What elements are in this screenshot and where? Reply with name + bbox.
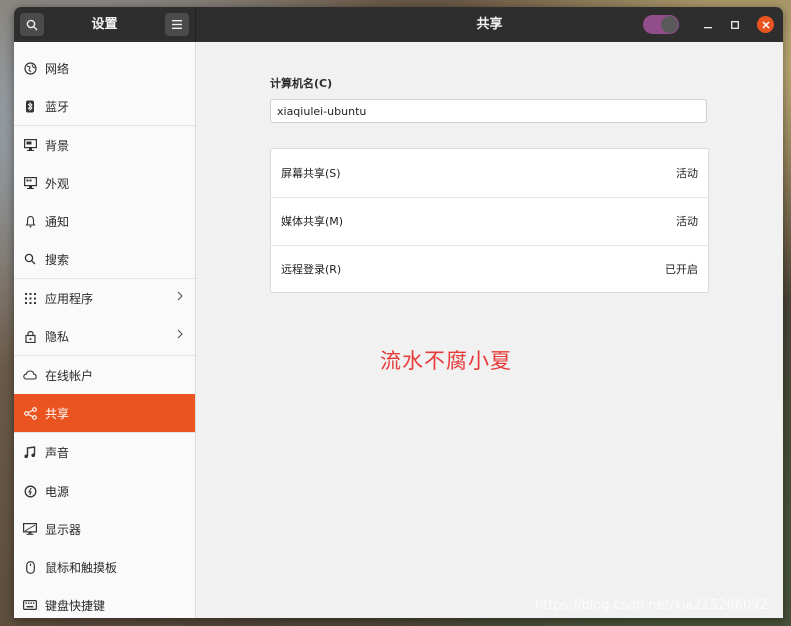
cloud-icon	[23, 368, 37, 382]
sidebar-item-privacy[interactable]: 隐私	[14, 317, 195, 355]
sidebar: 网络 蓝牙 背景 外观 通知 搜索 应用程序 隐私 在线帐户 共享 声音 电源 …	[14, 42, 196, 618]
sidebar-item-sharing[interactable]: 共享	[14, 394, 195, 432]
sidebar-item-label: 键盘快捷键	[45, 598, 106, 613]
sidebar-item-displays[interactable]: 显示器	[14, 510, 195, 548]
sidebar-item-label: 电源	[45, 484, 70, 499]
sidebar-item-search[interactable]: 搜索	[14, 240, 195, 278]
page-title: 共享	[476, 17, 503, 32]
sharing-panel: 计算机名(C) xiaqiulei-ubuntu 屏幕共享(S) 活动 媒体共享…	[196, 42, 783, 618]
sidebar-item-notifications[interactable]: 通知	[14, 202, 195, 240]
sidebar-item-applications[interactable]: 应用程序	[14, 279, 195, 317]
toggle-knob	[661, 16, 678, 33]
monitor-icon	[23, 138, 37, 152]
sidebar-item-background[interactable]: 背景	[14, 126, 195, 164]
chevron-right-icon	[177, 328, 183, 342]
power-icon	[23, 484, 37, 498]
close-button[interactable]	[757, 16, 774, 33]
row-label: 媒体共享(M)	[281, 215, 344, 228]
sidebar-item-label: 背景	[45, 138, 70, 153]
row-label: 远程登录(R)	[281, 263, 342, 276]
sidebar-item-label: 外观	[45, 176, 70, 191]
sidebar-item-online-accounts[interactable]: 在线帐户	[14, 356, 195, 394]
sidebar-item-label: 隐私	[45, 329, 70, 344]
sharing-toggle[interactable]	[643, 15, 679, 34]
sidebar-item-label: 共享	[45, 406, 70, 421]
minimize-button[interactable]	[699, 16, 716, 33]
maximize-icon	[730, 20, 739, 29]
settings-window: 设置 共享 网络 蓝牙 背景 外观 通知 搜索 应用程序 隐私 在线帐户 共享 …	[14, 7, 783, 618]
computer-name-label: 计算机名(C)	[270, 77, 333, 90]
display-icon	[23, 522, 37, 536]
overlay-text: 流水不腐小夏	[380, 349, 512, 373]
titlebar: 设置 共享	[14, 7, 783, 42]
row-label: 屏幕共享(S)	[281, 167, 341, 180]
list-item-screen-sharing[interactable]: 屏幕共享(S) 活动	[271, 149, 708, 197]
status-value: 活动	[676, 215, 698, 228]
sidebar-item-label: 鼠标和触摸板	[45, 560, 118, 575]
lock-icon	[23, 329, 37, 343]
search-icon	[23, 252, 37, 266]
sharing-services-list: 屏幕共享(S) 活动 媒体共享(M) 活动 远程登录(R) 已开启	[270, 148, 709, 293]
sidebar-item-label: 声音	[45, 445, 70, 460]
sidebar-item-bluetooth[interactable]: 蓝牙	[14, 87, 195, 125]
sidebar-item-label: 在线帐户	[45, 368, 94, 383]
computer-name-input[interactable]: xiaqiulei-ubuntu	[270, 99, 707, 123]
list-item-remote-login[interactable]: 远程登录(R) 已开启	[271, 245, 708, 293]
apps-grid-icon	[23, 291, 37, 305]
network-icon	[23, 61, 37, 75]
mouse-icon	[23, 560, 37, 574]
sidebar-item-sound[interactable]: 声音	[14, 433, 195, 471]
status-value: 活动	[676, 167, 698, 180]
csdn-watermark: https://blog.csdn.net/xia215266092	[535, 598, 768, 613]
appearance-icon	[23, 176, 37, 190]
sidebar-item-label: 显示器	[45, 522, 82, 537]
music-note-icon	[23, 445, 37, 459]
hamburger-icon	[172, 20, 182, 29]
share-icon	[23, 406, 37, 420]
sidebar-item-label: 蓝牙	[45, 99, 70, 114]
chevron-right-icon	[177, 290, 183, 304]
sidebar-item-label: 搜索	[45, 252, 70, 267]
sidebar-item-mouse-touchpad[interactable]: 鼠标和触摸板	[14, 548, 195, 586]
maximize-button[interactable]	[726, 16, 743, 33]
sidebar-item-keyboard-shortcuts[interactable]: 键盘快捷键	[14, 586, 195, 618]
bell-icon	[23, 214, 37, 228]
minimize-icon	[703, 26, 712, 28]
sidebar-item-network[interactable]: 网络	[14, 49, 195, 87]
sidebar-item-label: 应用程序	[45, 291, 94, 306]
close-icon	[761, 20, 770, 29]
sidebar-item-label: 网络	[45, 61, 70, 76]
keyboard-icon	[23, 598, 37, 612]
sidebar-item-appearance[interactable]: 外观	[14, 164, 195, 202]
status-value: 已开启	[665, 263, 698, 276]
sidebar-item-power[interactable]: 电源	[14, 472, 195, 510]
sidebar-item-label: 通知	[45, 214, 70, 229]
menu-button[interactable]	[165, 13, 189, 36]
bluetooth-icon	[23, 99, 37, 113]
list-item-media-sharing[interactable]: 媒体共享(M) 活动	[271, 197, 708, 245]
